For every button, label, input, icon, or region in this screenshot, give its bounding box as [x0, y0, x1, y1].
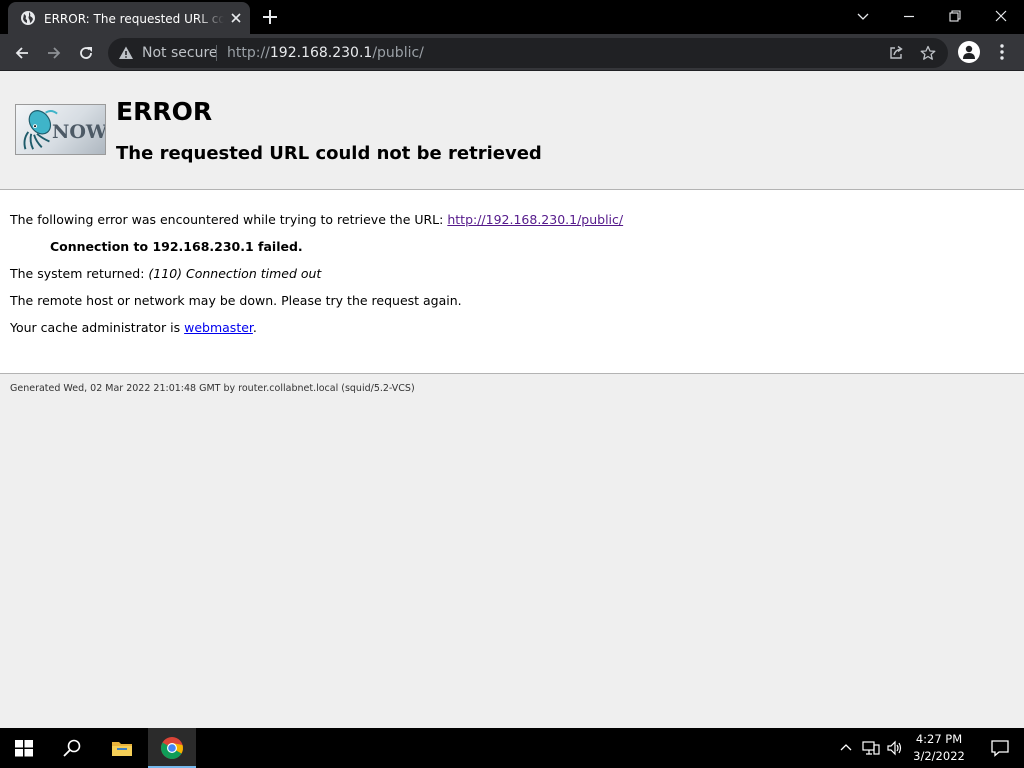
taskbar-clock[interactable]: 4:27 PM 3/2/2022: [906, 731, 972, 765]
show-hidden-icons-button[interactable]: [838, 728, 856, 768]
browser-tab[interactable]: ERROR: The requested URL could not be re…: [8, 2, 250, 34]
chrome-icon: [161, 737, 183, 759]
tab-search-button[interactable]: [840, 0, 886, 34]
minimize-icon: [904, 15, 914, 18]
url-path: /public/: [372, 45, 424, 61]
star-icon[interactable]: [920, 45, 936, 61]
clock-date: 3/2/2022: [913, 749, 965, 763]
system-returned-line: The system returned: (110) Connection ti…: [10, 266, 321, 282]
error-url-line: The following error was encountered whil…: [10, 212, 623, 228]
profile-button[interactable]: [958, 41, 980, 63]
close-window-button[interactable]: [978, 0, 1024, 34]
remote-host-message: The remote host or network may be down. …: [10, 293, 462, 308]
more-vert-icon[interactable]: [994, 40, 1010, 64]
reload-icon: [80, 47, 92, 59]
globe-icon: [21, 11, 35, 25]
notification-icon: [991, 740, 1009, 757]
url-scheme: http://: [227, 45, 270, 61]
url-host: 192.168.230.1: [269, 45, 373, 61]
network-tray-button[interactable]: [862, 728, 882, 768]
warning-icon[interactable]: [118, 45, 134, 61]
connection-failed-message: Connection to 192.168.230.1 failed.: [50, 239, 303, 254]
chrome-taskbar-button[interactable]: [148, 728, 196, 768]
squid-now-logo: NOW: [15, 104, 106, 155]
windows-logo-icon: [15, 740, 33, 757]
error-url-link[interactable]: http://192.168.230.1/public/: [447, 212, 623, 227]
cache-admin-line: Your cache administrator is webmaster.: [10, 320, 257, 336]
file-explorer-button[interactable]: [98, 728, 146, 768]
address-bar[interactable]: Not secure http://192.168.230.1/public/: [108, 38, 948, 68]
chevron-up-icon: [840, 744, 852, 751]
system-error-code: (110) Connection timed out: [148, 266, 322, 281]
search-icon: [63, 739, 81, 757]
arrow-right-icon: [48, 47, 61, 59]
cache-admin-prefix: Your cache administrator is: [10, 320, 185, 335]
browser-toolbar: Not secure http://192.168.230.1/public/: [0, 34, 1024, 71]
address-divider: [216, 45, 217, 61]
taskbar-search-button[interactable]: [48, 728, 96, 768]
notifications-button[interactable]: [980, 728, 1020, 768]
network-icon: [862, 741, 880, 755]
tab-title: ERROR: The requested URL could not be re…: [44, 12, 224, 26]
forward-button[interactable]: [40, 39, 68, 67]
person-icon: [963, 45, 975, 59]
back-button[interactable]: [8, 39, 36, 67]
minimize-button[interactable]: [886, 0, 932, 34]
logo-text: NOW: [52, 121, 106, 143]
error-details: The following error was encountered whil…: [0, 189, 1024, 374]
close-icon: [995, 10, 1007, 22]
arrow-left-icon: [15, 47, 28, 59]
close-tab-icon[interactable]: [228, 10, 244, 26]
webmaster-link[interactable]: webmaster: [184, 320, 253, 335]
page-title: ERROR: [116, 97, 213, 126]
clock-time: 4:27 PM: [915, 732, 963, 746]
start-button[interactable]: [0, 728, 48, 768]
browser-tab-strip: ERROR: The requested URL could not be re…: [0, 0, 1024, 34]
speaker-icon: [887, 740, 902, 756]
windows-taskbar: 4:27 PM 3/2/2022: [0, 728, 1024, 768]
cache-admin-suffix: .: [252, 320, 257, 335]
reload-button[interactable]: [72, 39, 100, 67]
error-url-prefix: The following error was encountered whil…: [10, 212, 448, 227]
system-returned-prefix: The system returned:: [10, 266, 149, 281]
page-subtitle: The requested URL could not be retrieved: [116, 143, 542, 164]
generated-footer: Generated Wed, 02 Mar 2022 21:01:48 GMT …: [10, 383, 415, 394]
new-tab-icon[interactable]: [258, 5, 282, 29]
restore-button[interactable]: [932, 0, 978, 34]
restore-icon: [949, 10, 961, 22]
share-icon[interactable]: [888, 45, 904, 61]
volume-tray-button[interactable]: [886, 728, 906, 768]
error-page: NOW ERROR The requested URL could not be…: [0, 71, 1024, 728]
chevron-down-icon: [857, 13, 869, 20]
folder-icon: [112, 742, 132, 756]
url-text[interactable]: http://192.168.230.1/public/: [227, 44, 424, 62]
security-label[interactable]: Not secure: [142, 44, 218, 62]
